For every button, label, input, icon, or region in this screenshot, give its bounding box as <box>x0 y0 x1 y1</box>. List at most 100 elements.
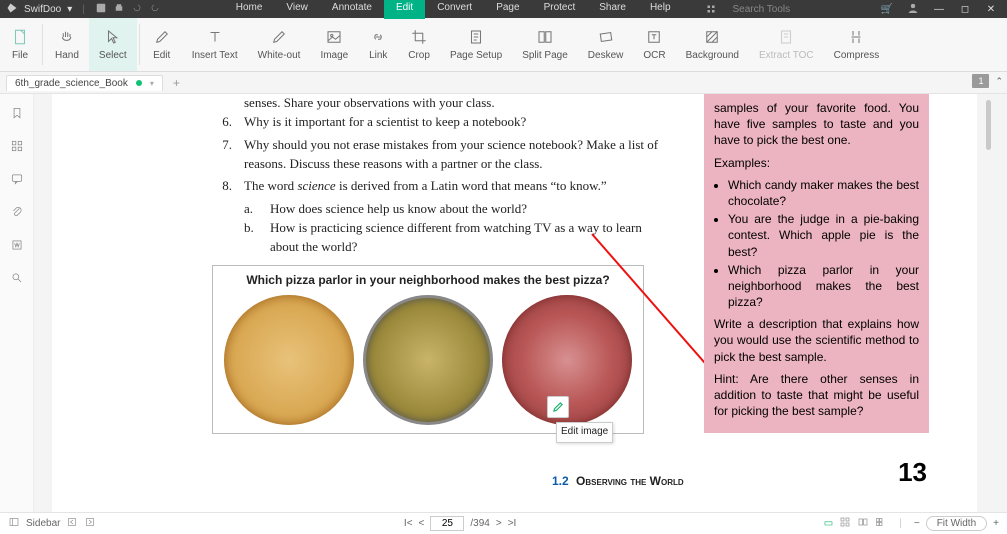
next-page-icon[interactable]: > <box>496 518 502 529</box>
bookmark-icon[interactable] <box>10 106 24 125</box>
comments-icon[interactable] <box>10 172 24 191</box>
zoom-out-icon[interactable]: − <box>914 518 920 529</box>
search-placeholder: Search Tools <box>721 2 803 17</box>
view-facing-icon[interactable] <box>857 516 869 531</box>
sidebar-label: Sidebar <box>26 518 60 529</box>
app-name: SwifDoo <box>24 4 61 15</box>
attachments-icon[interactable] <box>10 205 24 224</box>
activity-sidebar: samples of your favorite food. You have … <box>704 94 929 433</box>
main-menu: Home View Annotate Edit Convert Page Pro… <box>224 0 814 19</box>
ocr-tool[interactable]: OCR <box>633 18 675 71</box>
add-tab-button[interactable]: + <box>173 76 180 90</box>
status-bar: Sidebar I< < /394 > >I ▭ | − Fit Width + <box>0 512 1007 534</box>
menu-protect[interactable]: Protect <box>532 0 588 19</box>
next-panel-icon[interactable] <box>84 516 96 531</box>
page-number: 13 <box>898 457 927 488</box>
tab-name: 6th_grade_science_Book <box>15 78 128 89</box>
page-total: /394 <box>470 518 489 529</box>
zoom-in-icon[interactable]: + <box>993 518 999 529</box>
q8-text: The word science is derived from a Latin… <box>244 177 607 196</box>
menu-view[interactable]: View <box>274 0 320 19</box>
tab-menu-icon[interactable]: ▾ <box>150 79 154 88</box>
menu-page[interactable]: Page <box>484 0 531 19</box>
image-tool[interactable]: Image <box>310 18 358 71</box>
extract-toc-tool[interactable]: Extract TOC <box>749 18 824 71</box>
menu-share[interactable]: Share <box>587 0 638 19</box>
pizza-image-1 <box>224 295 354 425</box>
side-p2: Write a description that explains how yo… <box>714 316 919 365</box>
collapse-icon[interactable]: ⌃ <box>995 76 1003 87</box>
zoom-level[interactable]: Fit Width <box>926 516 987 531</box>
modified-dot-icon <box>136 80 142 86</box>
deskew-tool[interactable]: Deskew <box>578 18 634 71</box>
redo-icon[interactable] <box>149 2 161 17</box>
menu-home[interactable]: Home <box>224 0 275 19</box>
q8b-text: How is practicing science different from… <box>270 219 670 257</box>
main-area: senses. Share your observations with you… <box>0 94 1007 512</box>
undo-icon[interactable] <box>131 2 143 17</box>
tab-document[interactable]: 6th_grade_science_Book ▾ <box>6 75 163 91</box>
menu-help[interactable]: Help <box>638 0 683 19</box>
link-tool[interactable]: Link <box>358 18 398 71</box>
app-logo-icon <box>6 2 18 17</box>
crop-tool[interactable]: Crop <box>398 18 440 71</box>
vertical-scrollbar[interactable] <box>986 100 991 150</box>
search-tools[interactable]: Search Tools <box>693 0 815 19</box>
menu-annotate[interactable]: Annotate <box>320 0 384 19</box>
document-tabs: 6th_grade_science_Book ▾ + 1 ⌃ <box>0 72 1007 94</box>
view-book-icon[interactable] <box>875 516 887 531</box>
print-icon[interactable] <box>113 2 125 17</box>
figure-caption: Which pizza parlor in your neighborhood … <box>219 272 637 289</box>
close-icon[interactable]: ✕ <box>981 4 1001 15</box>
q6-text: Why is it important for a scientist to k… <box>244 113 526 132</box>
page-indicator: 1 <box>972 74 989 88</box>
side-examples-label: Examples: <box>714 155 919 171</box>
side-li2: You are the judge in a pie-baking contes… <box>728 211 919 260</box>
first-page-icon[interactable]: I< <box>404 518 413 529</box>
last-page-icon[interactable]: >I <box>508 518 517 529</box>
select-tool[interactable]: Select <box>89 18 137 71</box>
word-icon[interactable] <box>10 238 24 257</box>
prev-page-icon[interactable]: < <box>419 518 425 529</box>
page-input[interactable] <box>430 516 464 531</box>
split-page-tool[interactable]: Split Page <box>512 18 578 71</box>
title-bar: SwifDoo ▾ | Home View Annotate Edit Conv… <box>0 0 1007 18</box>
hand-tool[interactable]: Hand <box>45 18 89 71</box>
side-p1: samples of your favorite food. You have … <box>714 100 919 149</box>
white-out-tool[interactable]: White-out <box>248 18 311 71</box>
section-title: 1.2 Observing the World <box>552 474 684 488</box>
side-li3: Which pizza parlor in your neighborhood … <box>728 262 919 311</box>
edit-tool[interactable]: Edit <box>142 18 182 71</box>
thumbnails-icon[interactable] <box>10 139 24 158</box>
prev-panel-icon[interactable] <box>66 516 78 531</box>
side-li1: Which candy maker makes the best chocola… <box>728 177 919 209</box>
save-icon[interactable] <box>95 2 107 17</box>
pizza-image-2 <box>363 295 493 425</box>
q7-text: Why should you not erase mistakes from y… <box>244 136 674 174</box>
account-icon[interactable] <box>903 2 923 17</box>
side-p3: Hint: Are there other senses in addition… <box>714 371 919 420</box>
view-single-icon[interactable]: ▭ <box>824 518 833 529</box>
edit-image-button[interactable] <box>547 396 569 418</box>
document-page: senses. Share your observations with you… <box>52 94 977 512</box>
compress-tool[interactable]: Compress <box>824 18 890 71</box>
minimize-icon[interactable]: — <box>929 4 949 15</box>
left-sidebar <box>0 94 34 512</box>
page-viewport: senses. Share your observations with you… <box>34 94 1007 512</box>
dropdown-icon[interactable]: ▾ <box>67 4 72 15</box>
sidebar-toggle[interactable] <box>8 516 20 531</box>
maximize-icon[interactable]: ◻ <box>955 4 975 15</box>
insert-text-tool[interactable]: Insert Text <box>182 18 248 71</box>
menu-edit[interactable]: Edit <box>384 0 425 19</box>
view-continuous-icon[interactable] <box>839 516 851 531</box>
page-setup-tool[interactable]: Page Setup <box>440 18 512 71</box>
menu-convert[interactable]: Convert <box>425 0 484 19</box>
ribbon-toolbar: File Hand Select Edit Insert Text White-… <box>0 18 1007 72</box>
image-figure[interactable]: Which pizza parlor in your neighborhood … <box>212 265 644 434</box>
background-tool[interactable]: Background <box>676 18 749 71</box>
cart-icon[interactable]: 🛒 <box>877 4 897 15</box>
edit-image-tooltip: Edit image <box>556 422 613 443</box>
file-button[interactable]: File <box>0 18 40 71</box>
q8a-text: How does science help us know about the … <box>270 200 527 219</box>
search-icon[interactable] <box>10 271 24 290</box>
